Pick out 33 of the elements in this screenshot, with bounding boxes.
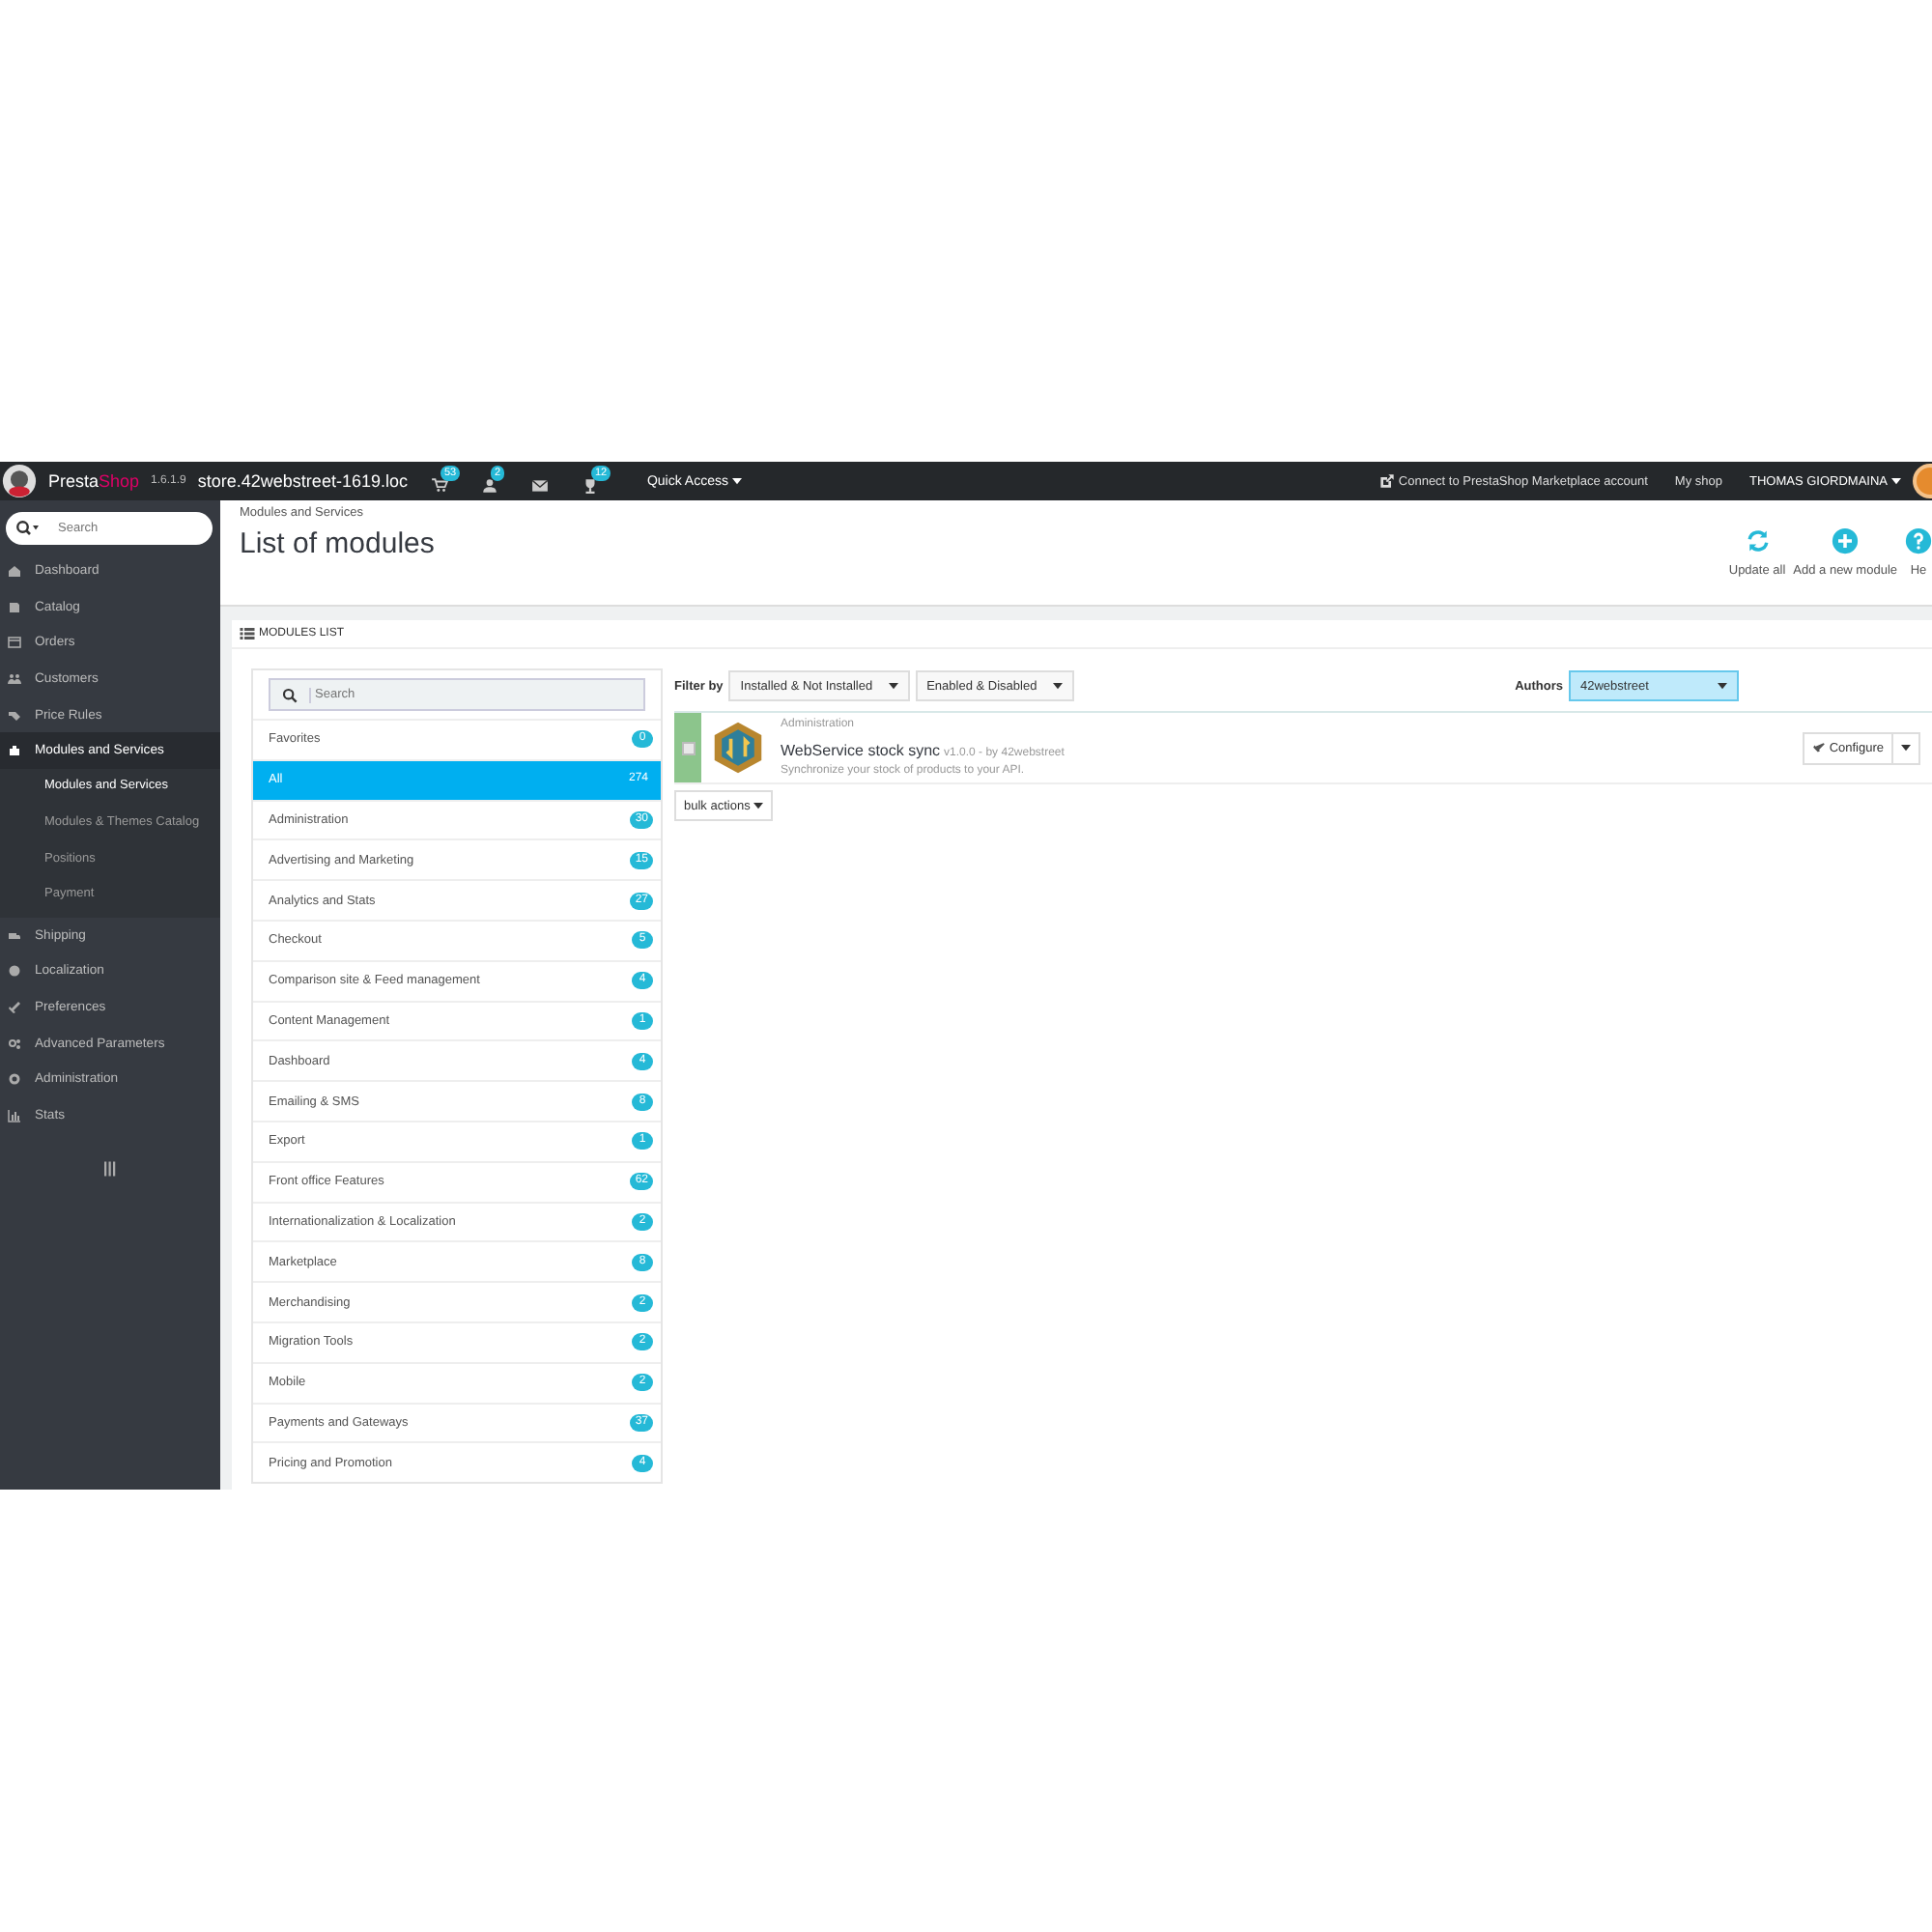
caret-icon [1718,682,1727,690]
caret-icon [753,802,764,810]
bar-chart-icon [8,1109,21,1123]
add-icon [1832,527,1860,554]
catalog-icon [8,600,21,614]
card-icon [8,636,21,650]
module-logo-icon [711,721,765,775]
trophy-icon[interactable] [581,477,599,495]
module-name: WebService stock sync [781,742,941,759]
page-title: List of modules [240,527,435,560]
logo-icon [2,464,37,498]
store-link[interactable]: store.42webstreet-1619.loc [197,471,408,491]
link-icon [1378,473,1395,489]
dashboard-icon [8,563,21,578]
mail-icon[interactable] [530,477,549,495]
tag-icon [8,708,21,723]
collapse-icon[interactable] [104,1161,116,1177]
caret-icon [1891,477,1901,485]
cart-icon[interactable] [430,477,448,495]
puzzle-icon [8,744,21,758]
search-icon [15,520,39,537]
caret-icon [1052,682,1063,690]
checkbox[interactable] [681,741,695,754]
caret-icon [1901,744,1911,752]
caret-icon [888,682,898,690]
brand-name: PrestaShop [48,471,140,491]
customers-icon [8,671,21,686]
dropdown-toggle[interactable] [1893,731,1920,764]
caret-icon [731,477,742,485]
gears-icon [8,1037,21,1051]
refresh-icon [1744,527,1772,554]
person-icon[interactable] [480,477,498,495]
list-icon [240,628,255,639]
